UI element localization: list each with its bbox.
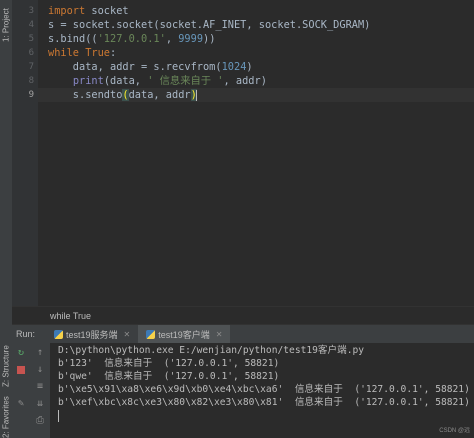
line-number: 5 (28, 34, 34, 44)
structure-tool-tab[interactable]: Z: Structure (0, 340, 12, 392)
line-number: 3 (28, 6, 34, 16)
scroll-to-end-icon[interactable]: ⇊ (34, 398, 46, 410)
text-caret (196, 89, 198, 101)
close-icon[interactable]: ✕ (216, 330, 223, 339)
line-number: 7 (28, 62, 34, 72)
print-icon[interactable]: ⎙ (34, 415, 46, 427)
run-panel-header: Run: test19服务端 ✕ test19客户端 ✕ (12, 324, 474, 344)
code-line: print(data, ' 信息来自于 ', addr) (72, 75, 267, 87)
code-line: data, addr = s.recvfrom(1024) (48, 61, 253, 73)
pin-icon[interactable]: ✎ (15, 398, 27, 410)
console-caret (58, 410, 59, 422)
python-icon (54, 329, 63, 339)
line-number-gutter: 3 4 5 6 7 8 9 (12, 0, 38, 306)
run-tab-label: test19服务端 (66, 329, 118, 340)
run-label: Run: (16, 329, 36, 339)
favorites-tool-tab[interactable]: 2: Favorites (0, 396, 12, 438)
run-tab-server[interactable]: test19服务端 ✕ (46, 325, 138, 343)
code-line: s = socket.socket(socket.AF_INET, socket… (48, 19, 371, 31)
console-output[interactable]: D:\python\python.exe E:/wenjian/python/t… (50, 343, 474, 438)
code-editor[interactable]: 3 4 5 6 7 8 9 import socket s = socket.s… (12, 0, 474, 306)
code-area[interactable]: import socket s = socket.socket(socket.A… (38, 0, 474, 306)
code-line: while True: (48, 47, 117, 59)
run-tab-label: test19客户端 (158, 329, 210, 340)
project-tool-tab[interactable]: 1: Project (0, 2, 12, 48)
code-line: s.bind(('127.0.0.1', 9999)) (48, 33, 216, 45)
scroll-down-icon[interactable]: ↓ (34, 364, 46, 376)
close-icon[interactable]: ✕ (124, 330, 131, 339)
python-icon (146, 329, 156, 339)
console-line: b'\xef\xbc\x8c\xe3\x80\x82\xe3\x80\x81' … (58, 397, 470, 408)
code-line-current: s.sendto(data, addr) (38, 88, 474, 102)
rerun-icon[interactable]: ↻ (15, 347, 27, 359)
code-line: import socket (48, 5, 129, 17)
run-toolbar: ↻ ↑ ↓ ≡ ✎ ⇊ ⎙ (12, 343, 50, 438)
line-number: 6 (28, 48, 34, 58)
line-number: 8 (28, 76, 34, 86)
breadcrumb[interactable]: while True (12, 306, 474, 324)
stop-icon[interactable] (15, 364, 27, 376)
run-tab-client[interactable]: test19客户端 ✕ (138, 325, 231, 343)
line-number-current: 9 (28, 90, 34, 100)
soft-wrap-icon[interactable]: ≡ (34, 381, 46, 393)
line-number: 4 (28, 20, 34, 30)
scroll-up-icon[interactable]: ↑ (34, 347, 46, 359)
watermark: CSDN @远 (439, 428, 470, 434)
